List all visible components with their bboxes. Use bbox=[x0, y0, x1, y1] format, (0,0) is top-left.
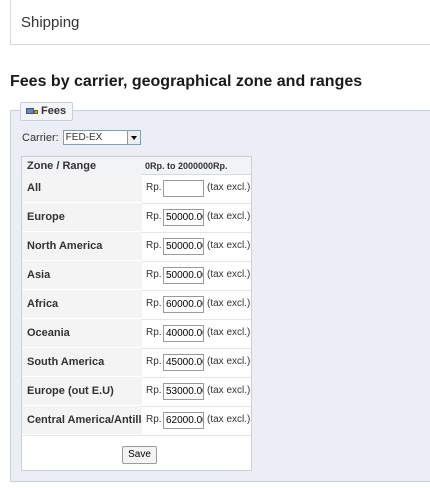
zone-label: Asia bbox=[22, 261, 142, 289]
fees-legend: Fees bbox=[20, 102, 74, 121]
section-title: Fees by carrier, geographical zone and r… bbox=[10, 73, 363, 90]
carrier-select-value: FED-EX bbox=[65, 132, 103, 143]
header-range: 0Rp. to 2000000Rp. bbox=[145, 161, 228, 171]
table-row: All Rp. (tax excl.) bbox=[22, 174, 251, 204]
currency-prefix: Rp. bbox=[146, 414, 162, 425]
fee-input[interactable]: 50000.00 bbox=[163, 238, 204, 255]
tax-suffix: (tax excl.) bbox=[207, 182, 251, 193]
fee-input[interactable]: 50000.00 bbox=[163, 267, 204, 284]
currency-prefix: Rp. bbox=[146, 269, 162, 280]
table-header: Zone / Range 0Rp. to 2000000Rp. bbox=[22, 157, 251, 175]
zone-label: Oceania bbox=[22, 319, 142, 347]
table-row: Africa Rp. 60000.00 (tax excl.) bbox=[22, 290, 251, 320]
fee-input[interactable]: 53000.00 bbox=[163, 383, 204, 400]
fee-input[interactable]: 45000.00 bbox=[163, 354, 204, 371]
tax-suffix: (tax excl.) bbox=[207, 211, 251, 222]
table-row: Europe Rp. 50000.00 (tax excl.) bbox=[22, 203, 251, 233]
fees-legend-label: Fees bbox=[41, 105, 67, 117]
currency-prefix: Rp. bbox=[146, 385, 162, 396]
table-row: Europe (out E.U) Rp. 53000.00 (tax excl.… bbox=[22, 377, 251, 407]
shipping-panel: Shipping bbox=[10, 0, 430, 45]
zone-label: South America bbox=[22, 348, 142, 376]
currency-prefix: Rp. bbox=[146, 298, 162, 309]
chevron-down-icon[interactable] bbox=[126, 131, 140, 144]
shipping-title: Shipping bbox=[21, 14, 80, 31]
zone-label: Europe (out E.U) bbox=[22, 377, 142, 405]
tax-suffix: (tax excl.) bbox=[207, 298, 251, 309]
zone-label: Europe bbox=[22, 203, 142, 231]
zone-label: All bbox=[22, 174, 142, 202]
table-row: Oceania Rp. 40000.00 (tax excl.) bbox=[22, 319, 251, 349]
tax-suffix: (tax excl.) bbox=[207, 240, 251, 251]
fee-input[interactable]: 50000.00 bbox=[163, 209, 204, 226]
table-row: North America Rp. 50000.00 (tax excl.) bbox=[22, 232, 251, 262]
fee-input[interactable]: 62000.00 bbox=[163, 412, 204, 429]
tax-suffix: (tax excl.) bbox=[207, 385, 251, 396]
zone-label: Central America/Antilla bbox=[22, 406, 142, 434]
header-zone: Zone / Range bbox=[27, 160, 97, 172]
fees-table: Zone / Range 0Rp. to 2000000Rp. All Rp. … bbox=[21, 156, 252, 471]
currency-prefix: Rp. bbox=[146, 211, 162, 222]
fee-input[interactable]: 40000.00 bbox=[163, 325, 204, 342]
currency-prefix: Rp. bbox=[146, 182, 162, 193]
tax-suffix: (tax excl.) bbox=[207, 356, 251, 367]
carrier-label: Carrier: bbox=[22, 131, 59, 144]
fee-input[interactable]: 60000.00 bbox=[163, 296, 204, 313]
table-row: Central America/Antilla Rp. 62000.00 (ta… bbox=[22, 406, 251, 436]
truck-icon bbox=[26, 107, 38, 116]
tax-suffix: (tax excl.) bbox=[207, 327, 251, 338]
tax-suffix: (tax excl.) bbox=[207, 414, 251, 425]
currency-prefix: Rp. bbox=[146, 356, 162, 367]
currency-prefix: Rp. bbox=[146, 240, 162, 251]
carrier-row: Carrier: FED-EX bbox=[22, 130, 141, 145]
zone-label: North America bbox=[22, 232, 142, 260]
carrier-select[interactable]: FED-EX bbox=[62, 130, 141, 145]
zone-label: Africa bbox=[22, 290, 142, 318]
table-row: South America Rp. 45000.00 (tax excl.) bbox=[22, 348, 251, 378]
save-button[interactable]: Save bbox=[122, 446, 157, 464]
fee-input[interactable] bbox=[163, 180, 204, 197]
currency-prefix: Rp. bbox=[146, 327, 162, 338]
table-row: Asia Rp. 50000.00 (tax excl.) bbox=[22, 261, 251, 291]
tax-suffix: (tax excl.) bbox=[207, 269, 251, 280]
